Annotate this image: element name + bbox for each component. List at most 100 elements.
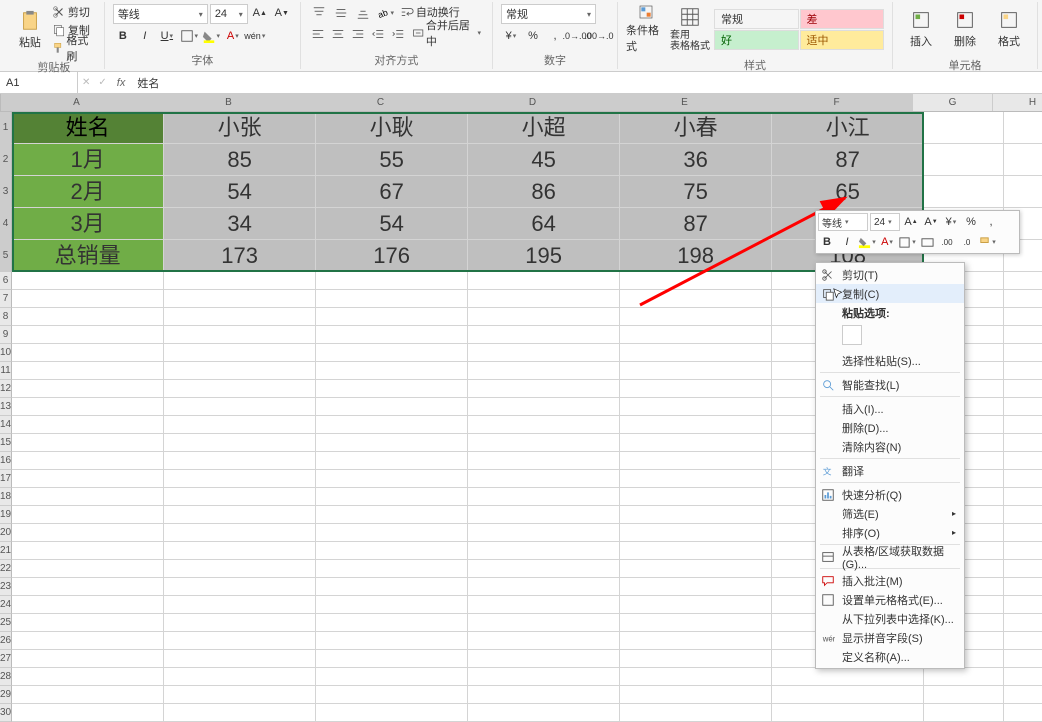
cell-H2[interactable] (1004, 144, 1042, 176)
cell-B6[interactable] (164, 272, 316, 290)
cell-C1[interactable]: 小耿 (316, 112, 468, 144)
row-header-18[interactable]: 18 (0, 488, 12, 506)
cell-C5[interactable]: 176 (316, 240, 468, 272)
cell-H15[interactable] (1004, 434, 1042, 452)
cell-C11[interactable] (316, 362, 468, 380)
cell-C23[interactable] (316, 578, 468, 596)
cell-A21[interactable] (12, 542, 164, 560)
cell-A15[interactable] (12, 434, 164, 452)
cell-A1[interactable]: 姓名 (12, 112, 164, 144)
cell-H29[interactable] (1004, 686, 1042, 704)
cell-styles-gallery[interactable]: 常规 差 好 适中 (714, 9, 884, 50)
cell-G3[interactable] (924, 176, 1004, 208)
mini-fill-icon[interactable] (858, 233, 876, 251)
cell-C30[interactable] (316, 704, 468, 722)
cell-G30[interactable] (924, 704, 1004, 722)
cell-B19[interactable] (164, 506, 316, 524)
column-header-H[interactable]: H (993, 94, 1042, 111)
cell-E19[interactable] (620, 506, 772, 524)
cell-D16[interactable] (468, 452, 620, 470)
cell-B26[interactable] (164, 632, 316, 650)
font-size-dropdown[interactable]: 24 (210, 4, 248, 24)
mini-currency-icon[interactable]: ¥ (942, 213, 960, 231)
cell-E10[interactable] (620, 344, 772, 362)
font-name-dropdown[interactable]: 等线 (113, 4, 208, 24)
row-header-27[interactable]: 27 (0, 650, 12, 668)
cell-C26[interactable] (316, 632, 468, 650)
mini-decrease-font-icon[interactable]: A▼ (922, 213, 940, 231)
cell-H24[interactable] (1004, 596, 1042, 614)
cell-G29[interactable] (924, 686, 1004, 704)
cell-B2[interactable]: 85 (164, 144, 316, 176)
row-header-9[interactable]: 9 (0, 326, 12, 344)
mini-percent-icon[interactable]: % (962, 213, 980, 231)
cm-phonetic[interactable]: wén显示拼音字段(S) (816, 628, 964, 647)
row-header-25[interactable]: 25 (0, 614, 12, 632)
column-header-B[interactable]: B (153, 94, 305, 111)
cell-B22[interactable] (164, 560, 316, 578)
cell-A17[interactable] (12, 470, 164, 488)
cell-A6[interactable] (12, 272, 164, 290)
cell-C29[interactable] (316, 686, 468, 704)
cell-E25[interactable] (620, 614, 772, 632)
cell-E1[interactable]: 小春 (620, 112, 772, 144)
cell-D20[interactable] (468, 524, 620, 542)
paste-button[interactable]: 粘贴 (12, 5, 48, 55)
row-header-21[interactable]: 21 (0, 542, 12, 560)
row-header-26[interactable]: 26 (0, 632, 12, 650)
style-good[interactable]: 好 (714, 30, 799, 50)
cell-D13[interactable] (468, 398, 620, 416)
style-bad[interactable]: 差 (800, 9, 885, 29)
cell-E23[interactable] (620, 578, 772, 596)
cell-B29[interactable] (164, 686, 316, 704)
mini-font-name[interactable]: 等线 (818, 213, 868, 231)
cell-E20[interactable] (620, 524, 772, 542)
cell-D7[interactable] (468, 290, 620, 308)
cell-C28[interactable] (316, 668, 468, 686)
cell-E4[interactable]: 87 (620, 208, 772, 240)
row-header-12[interactable]: 12 (0, 380, 12, 398)
cell-H6[interactable] (1004, 272, 1042, 290)
cm-translate[interactable]: 文翻译 (816, 461, 964, 480)
cell-H16[interactable] (1004, 452, 1042, 470)
cell-A5[interactable]: 总销量 (12, 240, 164, 272)
cell-A28[interactable] (12, 668, 164, 686)
cell-A29[interactable] (12, 686, 164, 704)
mini-increase-font-icon[interactable]: A▲ (902, 213, 920, 231)
cell-G28[interactable] (924, 668, 1004, 686)
row-header-14[interactable]: 14 (0, 416, 12, 434)
row-header-5[interactable]: 5 (0, 240, 12, 272)
number-format-dropdown[interactable]: 常规 (501, 4, 596, 24)
mini-font-color-icon[interactable]: A (878, 233, 896, 251)
cell-D21[interactable] (468, 542, 620, 560)
cell-E27[interactable] (620, 650, 772, 668)
cell-E15[interactable] (620, 434, 772, 452)
cell-H3[interactable] (1004, 176, 1042, 208)
cell-C22[interactable] (316, 560, 468, 578)
mini-dec-decimal-icon[interactable]: .00 (938, 233, 956, 251)
cell-C9[interactable] (316, 326, 468, 344)
row-header-1[interactable]: 1 (0, 112, 12, 144)
cell-D27[interactable] (468, 650, 620, 668)
cell-C17[interactable] (316, 470, 468, 488)
delete-cells-button[interactable]: 删除 (945, 4, 985, 54)
cell-B1[interactable]: 小张 (164, 112, 316, 144)
row-header-30[interactable]: 30 (0, 704, 12, 722)
row-header-11[interactable]: 11 (0, 362, 12, 380)
cell-H28[interactable] (1004, 668, 1042, 686)
cell-B13[interactable] (164, 398, 316, 416)
cell-C8[interactable] (316, 308, 468, 326)
cell-F29[interactable] (772, 686, 924, 704)
cm-delete[interactable]: 删除(D)... (816, 418, 964, 437)
cell-D2[interactable]: 45 (468, 144, 620, 176)
cell-B30[interactable] (164, 704, 316, 722)
insert-cells-button[interactable]: 插入 (901, 4, 941, 54)
row-header-8[interactable]: 8 (0, 308, 12, 326)
cell-B7[interactable] (164, 290, 316, 308)
name-box[interactable]: A1 (0, 72, 78, 93)
column-header-A[interactable]: A (1, 94, 153, 111)
cell-D3[interactable]: 86 (468, 176, 620, 208)
cell-B10[interactable] (164, 344, 316, 362)
cell-F2[interactable]: 87 (772, 144, 924, 176)
cell-C12[interactable] (316, 380, 468, 398)
